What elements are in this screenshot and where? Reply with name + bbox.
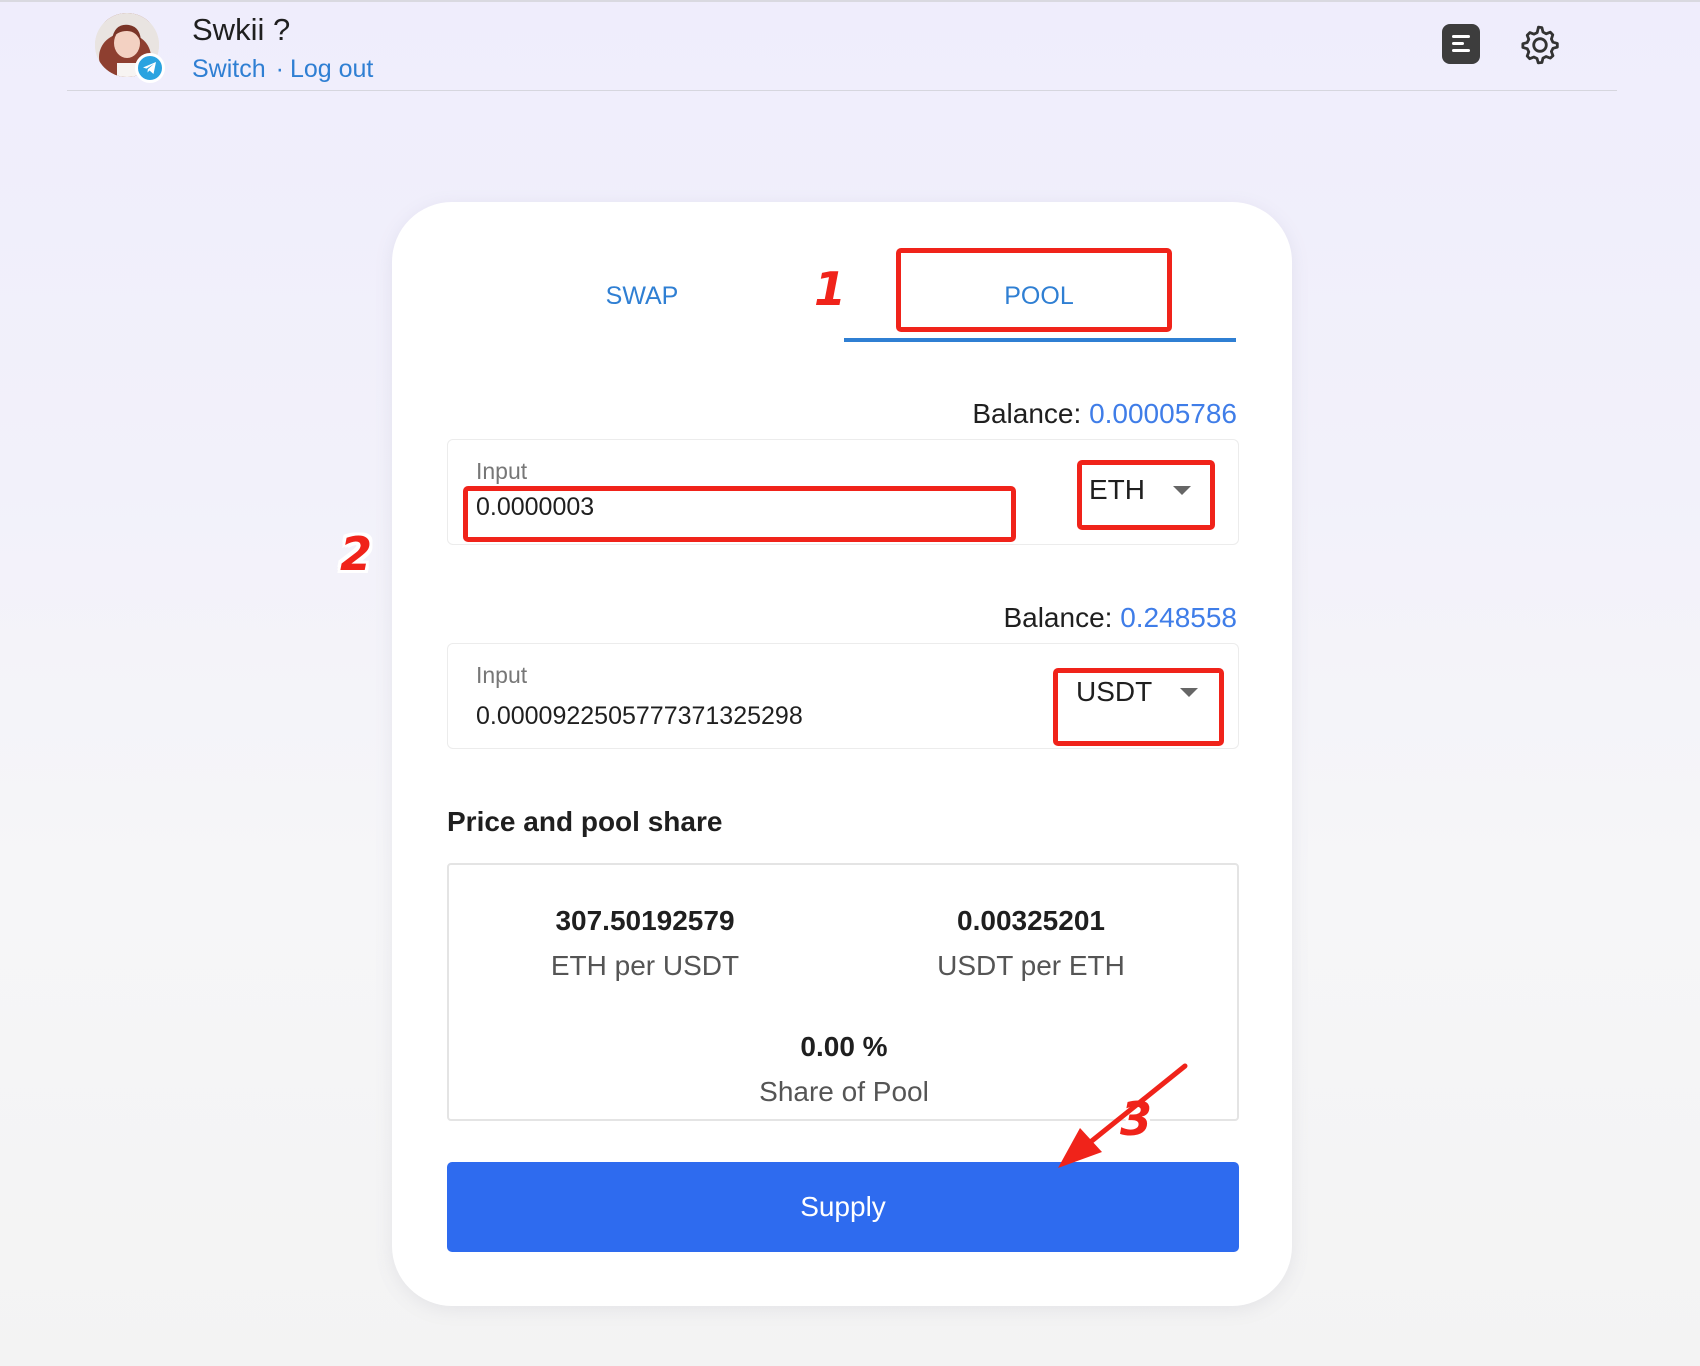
header: Swkii ? Switch · Log out bbox=[67, 2, 1617, 91]
pool-share-stat: 0.00 % Share of Pool bbox=[694, 1031, 994, 1108]
document-icon[interactable] bbox=[1442, 24, 1480, 64]
annotation-box-usdt-select bbox=[1053, 668, 1224, 746]
usdt-per-eth-caption: USDT per ETH bbox=[937, 950, 1125, 981]
pool-share-caption: Share of Pool bbox=[759, 1076, 929, 1107]
first-input-label: Input bbox=[476, 458, 528, 484]
first-balance-label: Balance: bbox=[972, 398, 1082, 429]
switch-link[interactable]: Switch bbox=[192, 55, 266, 83]
link-separator: · bbox=[275, 55, 284, 83]
annotation-step-1: 1 bbox=[814, 262, 847, 316]
user-name: Swkii ? bbox=[192, 12, 291, 47]
annotation-arrow-icon bbox=[1058, 1063, 1188, 1168]
second-input-label: Input bbox=[476, 662, 528, 688]
price-share-title: Price and pool share bbox=[447, 806, 723, 837]
active-tab-indicator bbox=[844, 338, 1236, 342]
supply-button[interactable]: Supply bbox=[447, 1162, 1239, 1252]
eth-per-usdt-stat: 307.50192579 ETH per USDT bbox=[495, 905, 795, 982]
second-balance-label: Balance: bbox=[1003, 602, 1113, 633]
annotation-box-first-input bbox=[463, 486, 1016, 542]
second-balance-value: 0.248558 bbox=[1120, 602, 1237, 633]
annotation-box-eth-select bbox=[1077, 460, 1215, 530]
usdt-per-eth-stat: 0.00325201 USDT per ETH bbox=[881, 905, 1181, 982]
eth-per-usdt-caption: ETH per USDT bbox=[550, 950, 740, 981]
user-avatar-wrap[interactable] bbox=[95, 13, 165, 83]
first-balance-value: 0.00005786 bbox=[1089, 398, 1237, 429]
pool-share-value: 0.00 % bbox=[800, 1031, 888, 1062]
annotation-step-2: 2 bbox=[340, 527, 373, 581]
eth-per-usdt-value: 307.50192579 bbox=[555, 905, 735, 936]
usdt-per-eth-value: 0.00325201 bbox=[957, 905, 1105, 936]
logout-link[interactable]: Log out bbox=[290, 55, 373, 83]
second-amount-input[interactable] bbox=[476, 702, 996, 731]
second-balance: Balance: 0.248558 bbox=[1003, 602, 1237, 634]
annotation-box-pool-tab bbox=[896, 248, 1172, 332]
first-balance: Balance: 0.00005786 bbox=[972, 398, 1237, 430]
gear-icon[interactable] bbox=[1519, 24, 1561, 66]
telegram-icon bbox=[135, 53, 165, 83]
user-links: Switch · Log out bbox=[192, 55, 373, 84]
